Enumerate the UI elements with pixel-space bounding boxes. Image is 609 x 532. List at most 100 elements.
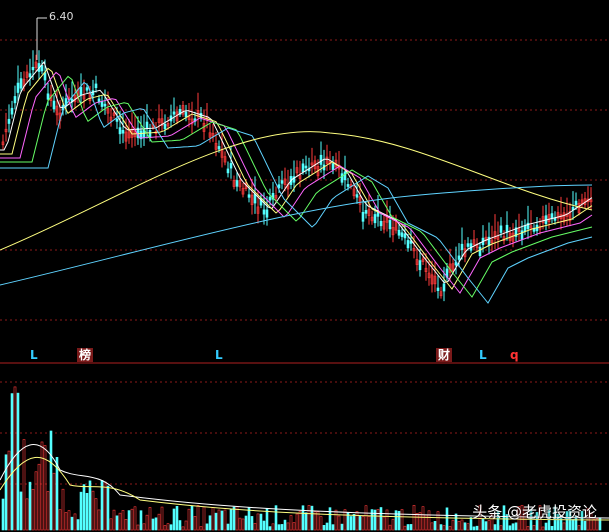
candle-body (184, 111, 188, 118)
volume-bar (460, 519, 464, 531)
volume-bar (37, 463, 41, 531)
volume-bar (541, 526, 545, 531)
volume-bar (193, 516, 197, 531)
candle-body (229, 163, 233, 169)
volume-bar (388, 524, 392, 531)
candle-body (331, 163, 335, 170)
candle-body (31, 66, 35, 71)
event-marker-ranking[interactable]: 榜 (77, 348, 94, 362)
candle-body (103, 103, 107, 107)
event-marker-L-2[interactable]: L (215, 348, 223, 362)
candle-body (373, 214, 377, 224)
candle-body (388, 220, 392, 230)
volume-bar (439, 524, 443, 531)
event-marker-L-3[interactable]: L (479, 348, 487, 362)
candle-body (52, 100, 56, 110)
volume-bar (295, 513, 299, 531)
volume-bar (118, 512, 122, 531)
volume-bar (364, 505, 368, 531)
volume-bar (340, 523, 344, 531)
event-marker-finance[interactable]: 财 (436, 348, 453, 362)
volume-bar (157, 513, 161, 531)
volume-bar (127, 510, 131, 531)
candle-body (226, 168, 230, 174)
candle-body (85, 87, 89, 91)
volume-bar (277, 524, 281, 531)
volume-bar (211, 507, 215, 531)
candle-body (505, 224, 509, 233)
volume-bar (421, 506, 425, 531)
volume-bar (409, 524, 413, 531)
volume-bar (133, 506, 137, 531)
candle-body (172, 111, 176, 115)
event-marker-q[interactable]: q (510, 348, 519, 362)
volume-bar (298, 511, 302, 531)
volume-bar (400, 509, 404, 531)
volume-bar (259, 513, 263, 531)
candle-body (7, 118, 11, 124)
volume-bar (430, 522, 434, 531)
volume-bar (4, 454, 8, 531)
volume-bar (325, 522, 329, 531)
candle-body (397, 229, 401, 236)
candle-body (400, 232, 404, 237)
volume-bar (97, 509, 101, 531)
volume-bar (70, 516, 74, 531)
volume-bar (175, 505, 179, 531)
volume-bar (22, 439, 26, 531)
volume-bar (355, 511, 359, 531)
volume-bar (106, 485, 110, 531)
candle-body (436, 287, 440, 292)
volume-bar (349, 516, 353, 531)
candle-body (235, 180, 239, 187)
volume-bar (190, 505, 194, 531)
volume-bar (550, 526, 554, 531)
volume-bar (292, 522, 296, 531)
candle-body (523, 225, 527, 232)
stock-chart[interactable] (0, 0, 609, 532)
candle-body (319, 154, 323, 165)
volume-bar (391, 518, 395, 531)
volume-bar (136, 524, 140, 531)
volume-bar (10, 393, 14, 531)
volume-bar (46, 491, 50, 531)
candle-body (43, 72, 47, 81)
candle-body (550, 213, 554, 219)
volume-bar (448, 526, 452, 531)
candle-body (118, 127, 122, 135)
volume-bar (52, 472, 56, 531)
volume-bar (163, 525, 167, 531)
volume-bar (85, 492, 89, 531)
candle-body (19, 78, 23, 89)
volume-bar (58, 509, 62, 531)
candle-body (46, 93, 50, 100)
volume-bar (385, 509, 389, 531)
candle-body (355, 194, 359, 198)
volume-bar (511, 523, 515, 531)
volume-bar (40, 441, 44, 531)
volume-bar (103, 481, 107, 531)
volume-bar (145, 514, 149, 531)
candle-body (460, 243, 464, 250)
volume-bar (220, 510, 224, 531)
volume-bar (196, 505, 200, 531)
candle-body (574, 200, 578, 205)
volume-bar (187, 508, 191, 531)
volume-bar (1, 498, 5, 531)
volume-bar (67, 510, 71, 531)
volume-bar (154, 517, 158, 531)
candle-body (115, 118, 119, 122)
volume-bar (253, 522, 257, 531)
volume-bar (49, 430, 53, 531)
volume-bar (367, 516, 371, 531)
volume-bar (562, 522, 566, 531)
volume-bar (244, 515, 248, 531)
volume-bar (121, 510, 125, 531)
event-marker-L-1[interactable]: L (30, 348, 38, 362)
candle-body (343, 171, 347, 181)
volume-bar (472, 526, 476, 531)
candle-body (304, 165, 308, 169)
candle-body (217, 146, 221, 150)
volume-bar (142, 523, 146, 531)
volume-bar (508, 525, 512, 531)
